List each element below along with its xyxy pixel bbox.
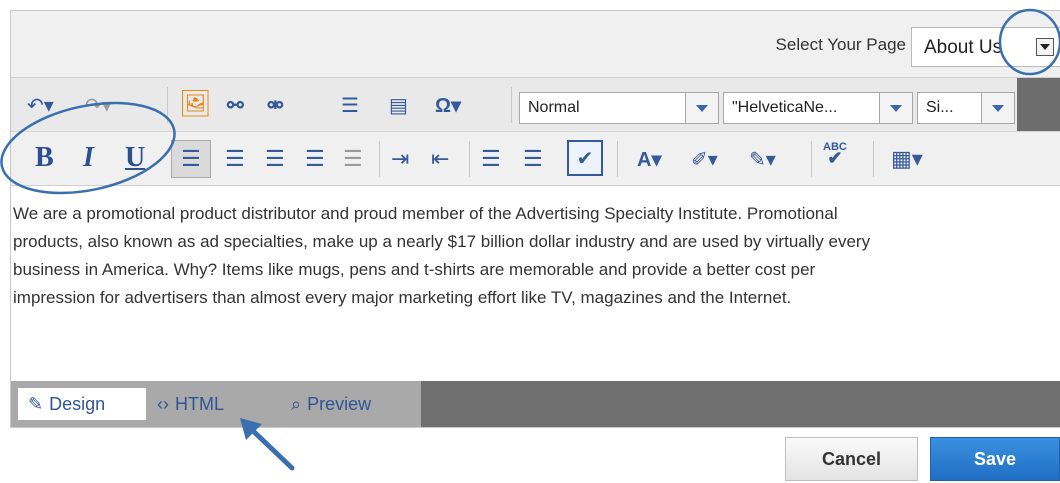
page-select-dropdown[interactable]: About Us: [911, 27, 1060, 67]
link-icon[interactable]: ⚯: [227, 90, 244, 120]
tab-design[interactable]: ✎ Design: [17, 387, 147, 421]
annotation-arrow-html: [247, 425, 295, 471]
unlink-icon[interactable]: ⚮: [267, 90, 284, 120]
tab-preview[interactable]: ⌕ Preview: [291, 387, 371, 421]
checkbox-icon[interactable]: ✔: [567, 140, 603, 176]
tab-design-label: Design: [49, 393, 106, 414]
save-button[interactable]: Save: [930, 437, 1060, 481]
font-size-dropdown[interactable]: Si...: [917, 92, 1015, 124]
editor-content-area[interactable]: We are a promotional product distributor…: [11, 185, 1060, 382]
underline-button[interactable]: U: [125, 142, 145, 174]
toolbar-row-1: ↶▾ ↷▾ 🖼 ⚯ ⚮ ☰ ▤ Ω▾ Normal "HelveticaNe..…: [11, 77, 1060, 132]
redo-icon[interactable]: ↷▾: [85, 90, 112, 120]
bullet-list-icon[interactable]: ☰: [523, 144, 543, 174]
tab-html-label: HTML: [175, 393, 224, 414]
editor-mode-tabs: ✎ Design ‹› HTML ⌕ Preview: [11, 381, 1060, 427]
numbered-list-icon[interactable]: ☰: [481, 144, 501, 174]
chevron-down-icon[interactable]: [981, 93, 1014, 123]
format-painter-icon[interactable]: ✎▾: [749, 144, 776, 174]
page-select-label: Select Your Page: [775, 35, 906, 54]
tab-preview-label: Preview: [307, 393, 372, 414]
font-size-value: Si...: [926, 99, 954, 116]
indent-icon[interactable]: ⇥: [391, 144, 409, 174]
editor-panel: Select Your Page About Us ↶▾ ↷▾ 🖼 ⚯ ⚮ ☰ …: [10, 10, 1060, 428]
italic-button[interactable]: I: [83, 142, 94, 174]
code-icon: ‹›: [157, 393, 169, 414]
align-center-icon[interactable]: ☰: [225, 144, 245, 174]
highlight-color-icon[interactable]: ✐▾: [691, 144, 718, 174]
table-icon[interactable]: ▦▾: [891, 144, 923, 174]
chevron-down-icon[interactable]: [1036, 38, 1054, 56]
special-characters-icon[interactable]: Ω▾: [435, 90, 461, 120]
paragraph-format-dropdown[interactable]: Normal: [519, 92, 719, 124]
template-icon[interactable]: ▤: [389, 90, 408, 120]
magnifier-icon: ⌕: [291, 393, 302, 414]
image-manager-icon[interactable]: 🖼: [179, 88, 212, 118]
toolbar-row-2: B I U ☰ ☰ ☰ ☰ ☰ ⇥ ⇤ ☰ ☰ ✔ A▾ ✐▾ ✎▾ ABC ✔ …: [11, 131, 1060, 186]
outdent-icon[interactable]: ⇤: [431, 144, 449, 174]
paragraph-format-value: Normal: [528, 99, 580, 116]
spell-check-icon[interactable]: ABC ✔: [823, 138, 847, 168]
undo-icon[interactable]: ↶▾: [27, 90, 54, 120]
bold-button[interactable]: B: [35, 142, 54, 174]
chevron-down-icon[interactable]: [879, 93, 912, 123]
page-select-value: About Us: [924, 37, 1003, 58]
cancel-button[interactable]: Cancel: [785, 437, 918, 481]
clear-align-icon[interactable]: ☰: [343, 144, 363, 174]
font-family-dropdown[interactable]: "HelveticaNe...: [723, 92, 913, 124]
align-right-icon[interactable]: ☰: [265, 144, 285, 174]
pencil-icon: ✎: [28, 393, 44, 414]
text-color-icon[interactable]: A▾: [637, 144, 661, 174]
font-family-value: "HelveticaNe...: [732, 99, 838, 116]
page-select-bar: Select Your Page About Us: [11, 11, 1060, 77]
editor-text: We are a promotional product distributor…: [13, 204, 871, 307]
tab-html[interactable]: ‹› HTML: [157, 387, 224, 421]
horizontal-rule-icon[interactable]: ☰: [341, 90, 359, 120]
align-justify-icon[interactable]: ☰: [305, 144, 325, 174]
align-left-icon[interactable]: ☰: [171, 140, 211, 178]
chevron-down-icon[interactable]: [685, 93, 718, 123]
